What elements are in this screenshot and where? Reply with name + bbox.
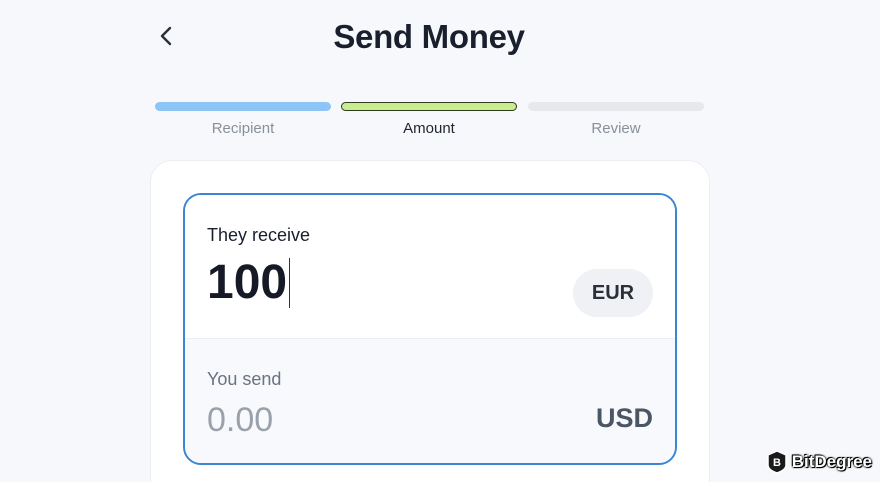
bitdegree-logo-icon: B [766, 450, 787, 474]
page-title: Send Money [333, 18, 525, 55]
step-review-label: Review [591, 120, 641, 137]
watermark: B BitDegree [766, 450, 872, 474]
watermark-text: BitDegree [791, 452, 872, 471]
progress-steps: Recipient Amount Review [155, 102, 705, 142]
step-review-bar [528, 102, 704, 111]
step-recipient-label: Recipient [211, 120, 275, 137]
step-recipient-bar [155, 102, 331, 111]
step-amount-bar [341, 102, 517, 111]
receive-currency-selector[interactable]: EUR [573, 269, 653, 317]
receive-section: They receive 100 EUR [185, 195, 675, 339]
send-label: You send [207, 369, 282, 389]
step-amount-label: Amount [403, 120, 455, 137]
text-caret [289, 257, 291, 308]
step-amount[interactable]: Amount [341, 102, 517, 137]
receive-amount-input[interactable]: 100 [207, 255, 291, 310]
amount-input-group: They receive 100 EUR You send 0.00 USD [183, 193, 677, 465]
svg-text:B: B [773, 457, 781, 469]
receive-label: They receive [207, 225, 311, 245]
step-review[interactable]: Review [528, 102, 704, 137]
send-section: You send 0.00 USD [185, 339, 675, 463]
send-amount-input[interactable]: 0.00 [207, 401, 273, 440]
send-currency[interactable]: USD [596, 403, 653, 434]
receive-amount-value: 100 [207, 256, 288, 309]
step-recipient[interactable]: Recipient [155, 102, 331, 137]
